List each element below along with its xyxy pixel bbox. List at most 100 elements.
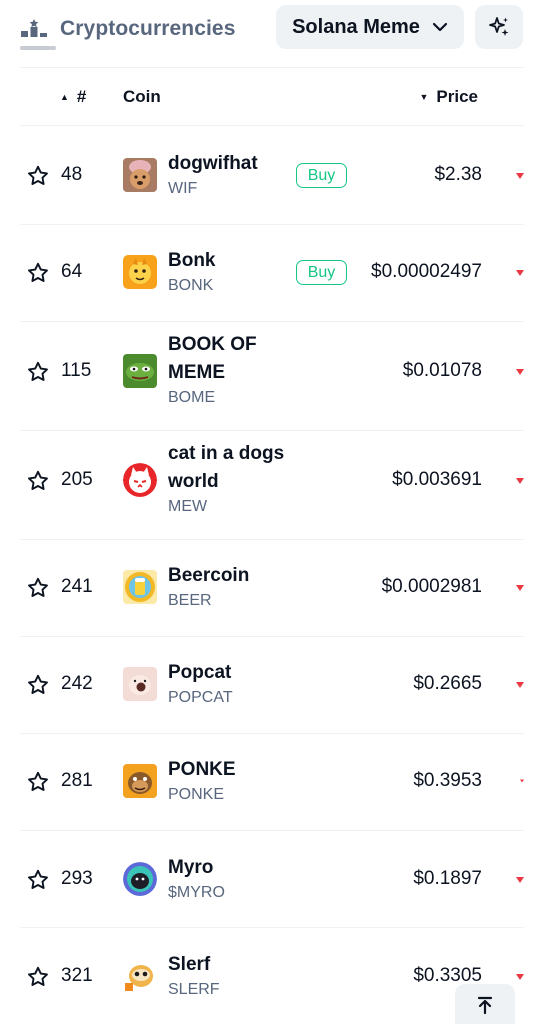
star-icon[interactable] — [26, 673, 50, 697]
coin-name-line-2[interactable]: MEME — [168, 359, 257, 387]
price-value: $0.003691 — [392, 469, 482, 490]
price-down-indicator-icon — [516, 369, 524, 375]
price-value: $0.2665 — [413, 673, 482, 694]
top-bar: Cryptocurrencies Solana Meme — [0, 0, 544, 62]
price-value: $2.38 — [434, 164, 482, 185]
price-down-indicator-icon — [516, 270, 524, 276]
book-of-meme-logo — [123, 354, 157, 388]
coin-symbol: PONKE — [168, 786, 225, 803]
sort-up-icon: ▲ — [60, 92, 69, 102]
star-icon[interactable] — [26, 469, 50, 493]
popcat-logo — [123, 667, 157, 701]
star-icon[interactable] — [26, 261, 50, 285]
price-header-label: Price — [436, 87, 478, 106]
rank-value: 241 — [61, 576, 93, 597]
price-value: $0.01078 — [402, 360, 482, 381]
coin-names: Bonk BONK — [168, 247, 216, 297]
buy-button[interactable]: Buy — [296, 260, 347, 285]
price-value: $0.3953 — [413, 770, 482, 791]
coin-column-header[interactable]: Coin — [123, 87, 161, 107]
star-icon[interactable] — [26, 965, 50, 989]
mew-logo — [123, 463, 157, 497]
rank-column-header[interactable]: ▲ # — [60, 87, 86, 107]
star-icon[interactable] — [26, 576, 50, 600]
coin-symbol: POPCAT — [168, 689, 233, 706]
rank-value: 115 — [61, 360, 92, 381]
table-row[interactable]: 115 BOOK OF MEME BOME $0.01078 — [20, 322, 524, 431]
coin-names: Popcat POPCAT — [168, 659, 233, 709]
coin-name[interactable]: dogwifhat — [168, 150, 258, 178]
price-value: $0.00002497 — [371, 261, 482, 282]
price-down-indicator-icon — [516, 877, 524, 883]
sparkle-icon — [489, 17, 509, 36]
coin-names: Myro $MYRO — [168, 854, 225, 904]
coin-names: dogwifhat WIF — [168, 150, 258, 200]
ranking-icon — [21, 19, 47, 37]
coin-name[interactable]: Beercoin — [168, 562, 249, 590]
table-row[interactable]: 242 Popcat POPCAT $0.2665 — [20, 637, 524, 734]
table-row[interactable]: 281 PONKE PONKE $0.3953 — [20, 734, 524, 831]
dropdown-label: Solana Meme — [292, 15, 420, 38]
star-icon[interactable] — [26, 770, 50, 794]
coin-symbol: BONK — [168, 277, 214, 294]
arrow-up-icon — [477, 996, 493, 1014]
table-row[interactable]: 293 Myro $MYRO $0.1897 — [20, 831, 524, 928]
price-down-indicator-icon — [516, 974, 524, 980]
scroll-to-top-button[interactable] — [455, 984, 515, 1024]
chevron-down-icon — [432, 22, 448, 32]
ponke-logo — [123, 764, 157, 798]
coin-name[interactable]: Popcat — [168, 659, 233, 687]
coin-name[interactable]: Myro — [168, 854, 225, 882]
price-value: $0.0002981 — [381, 576, 482, 597]
table-row[interactable]: 241 Beercoin BEER $0.0002981 — [20, 540, 524, 637]
rank-value: 321 — [61, 965, 93, 986]
coin-symbol: WIF — [168, 180, 198, 197]
coin-list: 48 dogwifhat WIF Buy $2.38 64 Bonk BONK … — [20, 127, 524, 1024]
category-label: Cryptocurrencies — [60, 17, 236, 40]
table-row[interactable]: 48 dogwifhat WIF Buy $2.38 — [20, 127, 524, 225]
beercoin-logo — [123, 570, 157, 604]
coin-name[interactable]: BOOK OF — [168, 331, 257, 359]
dogwifhat-logo — [123, 158, 157, 192]
bonk-logo — [123, 255, 157, 289]
price-down-indicator-icon — [516, 682, 524, 688]
coin-symbol: SLERF — [168, 981, 220, 998]
slerf-logo — [123, 959, 157, 993]
coin-names: cat in a dogs world MEW — [168, 440, 284, 518]
table-row[interactable]: 64 Bonk BONK Buy $0.00002497 — [20, 225, 524, 322]
price-down-indicator-icon — [516, 173, 524, 179]
coin-name-line-2[interactable]: world — [168, 468, 284, 496]
rank-header-label: # — [76, 87, 87, 106]
coin-symbol: BOME — [168, 389, 216, 406]
table-row[interactable]: 205 cat in a dogs world MEW $0.003691 — [20, 431, 524, 540]
coin-name[interactable]: cat in a dogs — [168, 440, 284, 468]
table-row[interactable]: 321 Slerf SLERF $0.3305 — [20, 928, 524, 1024]
coin-symbol: BEER — [168, 592, 212, 609]
rank-value: 48 — [61, 164, 83, 185]
coin-symbol: MEW — [168, 498, 208, 515]
price-value: $0.1897 — [413, 868, 482, 889]
coin-name[interactable]: Slerf — [168, 951, 220, 979]
rank-value: 64 — [61, 261, 83, 282]
coin-names: BOOK OF MEME BOME — [168, 331, 257, 409]
coin-names: PONKE PONKE — [168, 756, 236, 806]
solana-meme-dropdown[interactable]: Solana Meme — [276, 5, 464, 49]
sort-down-icon: ▼ — [419, 92, 429, 102]
myro-logo — [123, 862, 157, 896]
price-column-header[interactable]: ▼ Price — [419, 87, 478, 107]
category-tab[interactable]: Cryptocurrencies — [20, 8, 236, 50]
buy-button[interactable]: Buy — [296, 163, 347, 188]
star-icon[interactable] — [26, 868, 50, 892]
ai-sparkle-button[interactable] — [475, 5, 523, 49]
coin-symbol: $MYRO — [168, 884, 225, 901]
coin-name[interactable]: PONKE — [168, 756, 236, 784]
star-icon[interactable] — [26, 360, 50, 384]
rank-value: 242 — [61, 673, 93, 694]
star-icon[interactable] — [26, 164, 50, 188]
rank-value: 281 — [61, 770, 93, 791]
price-down-indicator-icon — [520, 779, 524, 783]
coin-name[interactable]: Bonk — [168, 247, 216, 275]
tab-underline — [20, 46, 56, 50]
rank-value: 205 — [61, 469, 93, 490]
coin-names: Slerf SLERF — [168, 951, 220, 1001]
